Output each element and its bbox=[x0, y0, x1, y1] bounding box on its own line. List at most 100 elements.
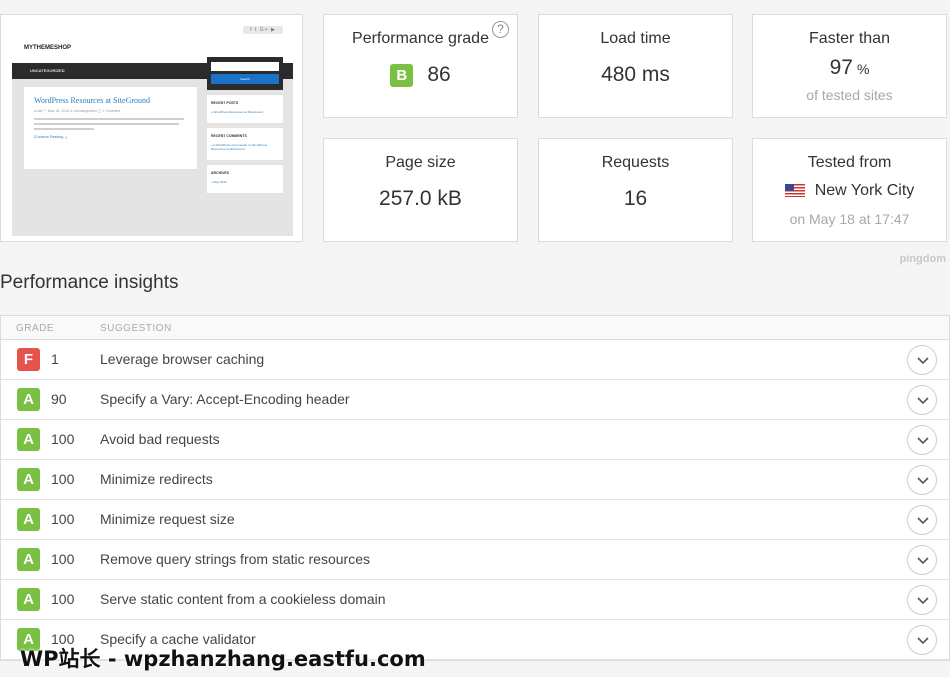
grade-badge: A bbox=[17, 588, 40, 611]
expand-button[interactable] bbox=[907, 385, 937, 415]
performance-grade-value: B 86 bbox=[324, 63, 517, 87]
grade-badge: A bbox=[17, 388, 40, 411]
page-size-card: Page size 257.0 kB bbox=[323, 138, 518, 242]
insight-suggestion: Remove query strings from static resourc… bbox=[100, 551, 370, 567]
page-size-label: Page size bbox=[385, 154, 456, 171]
insight-score: 100 bbox=[51, 431, 75, 447]
thumbnail-search-widget: Search bbox=[207, 57, 283, 90]
percent-unit: % bbox=[856, 61, 870, 77]
thumbnail-brand: MYTHEMESHOP bbox=[24, 45, 72, 51]
grade-badge: A bbox=[17, 468, 40, 491]
grade-badge: B bbox=[390, 63, 414, 87]
thumbnail-text-line bbox=[34, 128, 94, 130]
performance-grade-label: Performance grade bbox=[352, 30, 489, 47]
tested-from-city: New York City bbox=[814, 182, 915, 199]
insight-score: 90 bbox=[51, 391, 67, 407]
thumbnail-social-icons: f t G+ ▶ bbox=[243, 26, 283, 34]
thumbnail-widget-link: » WordPress Resources at SiteGround bbox=[211, 110, 263, 114]
thumbnail-widget-heading: ARCHIVES bbox=[211, 171, 230, 175]
chevron-down-icon bbox=[917, 357, 929, 365]
tested-from-card: Tested from New York City on May 18 at 1… bbox=[752, 138, 947, 242]
chevron-down-icon bbox=[917, 557, 929, 565]
thumbnail-widget: RECENT POSTS » WordPress Resources at Si… bbox=[207, 95, 283, 123]
screenshot-image: f t G+ ▶ MYTHEMESHOP UNCATEGORIZED WordP… bbox=[12, 24, 293, 236]
grade-badge: A bbox=[17, 508, 40, 531]
thumbnail-widget-heading: RECENT POSTS bbox=[211, 101, 239, 105]
insight-suggestion: Minimize redirects bbox=[100, 471, 213, 487]
insights-title: Performance insights bbox=[0, 272, 179, 293]
thumbnail-read-more: [Continue Reading...] bbox=[34, 135, 67, 139]
thumbnail-search-button: Search bbox=[211, 74, 279, 84]
insight-row[interactable]: A 100 Serve static content from a cookiele… bbox=[1, 580, 949, 620]
thumbnail-widget-link: » A WordPress Commenter on WordPress Res… bbox=[211, 143, 268, 151]
requests-label: Requests bbox=[601, 154, 670, 171]
grade-badge: A bbox=[17, 428, 40, 451]
help-icon[interactable]: ? bbox=[492, 21, 509, 38]
expand-button[interactable] bbox=[907, 625, 937, 655]
insight-suggestion: Avoid bad requests bbox=[100, 431, 220, 447]
expand-button[interactable] bbox=[907, 425, 937, 455]
insight-score: 100 bbox=[51, 471, 75, 487]
tested-from-label: Tested from bbox=[807, 154, 892, 171]
thumbnail-post: WordPress Resources at SiteGround ● site… bbox=[24, 87, 197, 169]
thumbnail-widget-heading: RECENT COMMENTS bbox=[211, 134, 247, 138]
insight-score: 100 bbox=[51, 511, 75, 527]
insights-table: GRADE SUGGESTION F 1 Leverage browser cach… bbox=[0, 315, 950, 661]
suggestion-column-header: SUGGESTION bbox=[100, 323, 172, 334]
grade-column-header: GRADE bbox=[16, 323, 55, 334]
thumbnail-widget: ARCHIVES » May 2016 bbox=[207, 165, 283, 193]
grade-badge: A bbox=[17, 548, 40, 571]
chevron-down-icon bbox=[917, 437, 929, 445]
thumbnail-widget: RECENT COMMENTS » A WordPress Commenter … bbox=[207, 128, 283, 160]
faster-than-value: 97 bbox=[829, 56, 853, 79]
pingdom-logo: pingdom bbox=[899, 253, 946, 265]
page-size-value: 257.0 kB bbox=[379, 187, 462, 210]
insight-row[interactable]: A 100 Minimize redirects bbox=[1, 460, 949, 500]
chevron-down-icon bbox=[917, 397, 929, 405]
requests-card: Requests 16 bbox=[538, 138, 733, 242]
thumbnail-widget-link: » May 2016 bbox=[211, 180, 227, 184]
insight-row[interactable]: A 100 Avoid bad requests bbox=[1, 420, 949, 460]
insight-row[interactable]: F 1 Leverage browser caching bbox=[1, 340, 949, 380]
load-time-value: 480 ms bbox=[601, 63, 670, 86]
thumbnail-post-title: WordPress Resources at SiteGround bbox=[34, 96, 151, 105]
expand-button[interactable] bbox=[907, 465, 937, 495]
insight-suggestion: Leverage browser caching bbox=[100, 351, 265, 367]
expand-button[interactable] bbox=[907, 585, 937, 615]
load-time-label: Load time bbox=[600, 30, 671, 47]
thumbnail-text-line bbox=[34, 118, 184, 120]
load-time-card: Load time 480 ms bbox=[538, 14, 733, 118]
grade-badge: F bbox=[17, 348, 40, 371]
expand-button[interactable] bbox=[907, 345, 937, 375]
performance-grade-card: Performance grade ? B 86 bbox=[323, 14, 518, 118]
thumbnail-post-meta: ● site ▢ May 18, 2016 ⊘ Uncategorized ◯ … bbox=[34, 109, 121, 113]
thumbnail-search-field bbox=[211, 62, 279, 71]
insight-suggestion: Serve static content from a cookieless d… bbox=[100, 591, 386, 607]
faster-than-subtext: of tested sites bbox=[806, 87, 893, 103]
expand-button[interactable] bbox=[907, 545, 937, 575]
insight-row[interactable]: A 100 Minimize request size bbox=[1, 500, 949, 540]
insight-score: 100 bbox=[51, 551, 75, 567]
insight-row[interactable]: A 90 Specify a Vary: Accept-Encoding heade… bbox=[1, 380, 949, 420]
chevron-down-icon bbox=[917, 637, 929, 645]
insight-suggestion: Specify a Vary: Accept-Encoding header bbox=[100, 391, 350, 407]
requests-value: 16 bbox=[623, 187, 648, 210]
chevron-down-icon bbox=[917, 597, 929, 605]
faster-than-value-row: 97% bbox=[753, 56, 946, 80]
insights-table-header: GRADE SUGGESTION bbox=[1, 316, 949, 340]
chevron-down-icon bbox=[917, 477, 929, 485]
insight-row[interactable]: A 100 Remove query strings from static res… bbox=[1, 540, 949, 580]
us-flag-icon bbox=[784, 184, 805, 198]
tested-from-location: New York City bbox=[753, 182, 946, 200]
insight-score: 1 bbox=[51, 351, 59, 367]
insights-rows: F 1 Leverage browser caching A 90 Specify a V… bbox=[1, 340, 949, 660]
thumbnail-text-line bbox=[34, 123, 179, 125]
thumbnail-nav-item: UNCATEGORIZED bbox=[30, 68, 65, 73]
insight-score: 100 bbox=[51, 591, 75, 607]
expand-button[interactable] bbox=[907, 505, 937, 535]
site-screenshot-thumbnail: f t G+ ▶ MYTHEMESHOP UNCATEGORIZED WordP… bbox=[0, 14, 303, 242]
performance-score: 86 bbox=[427, 63, 451, 86]
watermark: WP站长 - wpzhanzhang.eastfu.com bbox=[20, 647, 426, 671]
thumbnail-body: WordPress Resources at SiteGround ● site… bbox=[12, 57, 293, 236]
faster-than-card: Faster than 97% of tested sites bbox=[752, 14, 947, 118]
